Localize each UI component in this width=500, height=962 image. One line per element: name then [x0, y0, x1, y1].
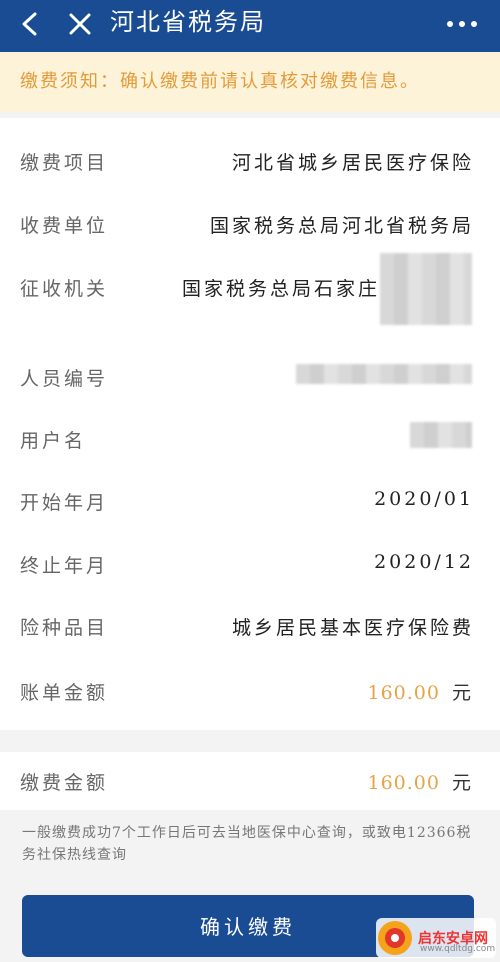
redacted-block	[410, 422, 472, 448]
payment-amount-card: 缴费金额 160.00 元	[0, 752, 500, 810]
back-arrow-icon[interactable]	[14, 8, 46, 40]
details-card: 缴费项目 河北省城乡居民医疗保险 收费单位 国家税务总局河北省税务局 征收机关 …	[0, 118, 500, 730]
detail-label: 险种品目	[20, 617, 109, 639]
detail-row-payee: 收费单位 国家税务总局河北省税务局	[0, 203, 500, 243]
detail-row-start: 开始年月 2020/01	[0, 480, 500, 520]
detail-value: 城乡居民基本医疗保险费	[231, 617, 474, 639]
detail-label: 开始年月	[20, 492, 109, 514]
more-dots-icon[interactable]	[444, 8, 480, 40]
watermark-logo-icon	[378, 921, 412, 955]
detail-label: 缴费项目	[20, 152, 109, 174]
top-bar: 河北省税务局	[0, 0, 500, 52]
detail-value: 国家税务总局河北省税务局	[209, 215, 474, 237]
detail-label: 终止年月	[20, 555, 109, 577]
watermark-url: www.qdltdg.com	[420, 944, 496, 954]
close-icon[interactable]	[64, 8, 96, 40]
detail-value: 2020/12	[374, 551, 474, 573]
detail-row-end: 终止年月 2020/12	[0, 543, 500, 583]
site-watermark: 启东安卓网 www.qdltdg.com	[376, 918, 496, 958]
payment-value: 160.00 元	[368, 768, 475, 795]
detail-value: 2020/01	[374, 488, 474, 510]
currency-unit: 元	[451, 682, 474, 704]
detail-row-category: 险种品目 城乡居民基本医疗保险费	[0, 605, 500, 645]
footnote: 一般缴费成功7个工作日后可去当地医保中心查询，或致电12366税务社保热线查询	[22, 825, 472, 863]
detail-row-bill-amount: 账单金额 160.00 元	[0, 670, 500, 710]
detail-label: 用户名	[20, 430, 87, 452]
redacted-block	[296, 364, 472, 384]
redacted-block	[380, 253, 472, 325]
detail-value: 国家税务总局石家庄	[181, 278, 380, 300]
payment-amount: 160.00	[367, 772, 440, 794]
currency-unit: 元	[451, 772, 474, 794]
payment-amount-row: 缴费金额 160.00 元	[0, 760, 500, 800]
detail-label: 账单金额	[20, 682, 109, 704]
detail-row-item: 缴费项目 河北省城乡居民医疗保险	[0, 140, 500, 180]
detail-label: 收费单位	[20, 215, 109, 237]
notice-banner: 缴费须知：确认缴费前请认真核对缴费信息。	[0, 52, 500, 112]
detail-value: 160.00 元	[368, 678, 475, 705]
page-title: 河北省税务局	[110, 8, 266, 36]
detail-label: 人员编号	[20, 368, 109, 390]
bill-amount: 160.00	[367, 682, 440, 704]
payment-label: 缴费金额	[20, 772, 109, 794]
detail-label: 征收机关	[20, 278, 109, 300]
detail-value: 河北省城乡居民医疗保险	[231, 152, 474, 174]
